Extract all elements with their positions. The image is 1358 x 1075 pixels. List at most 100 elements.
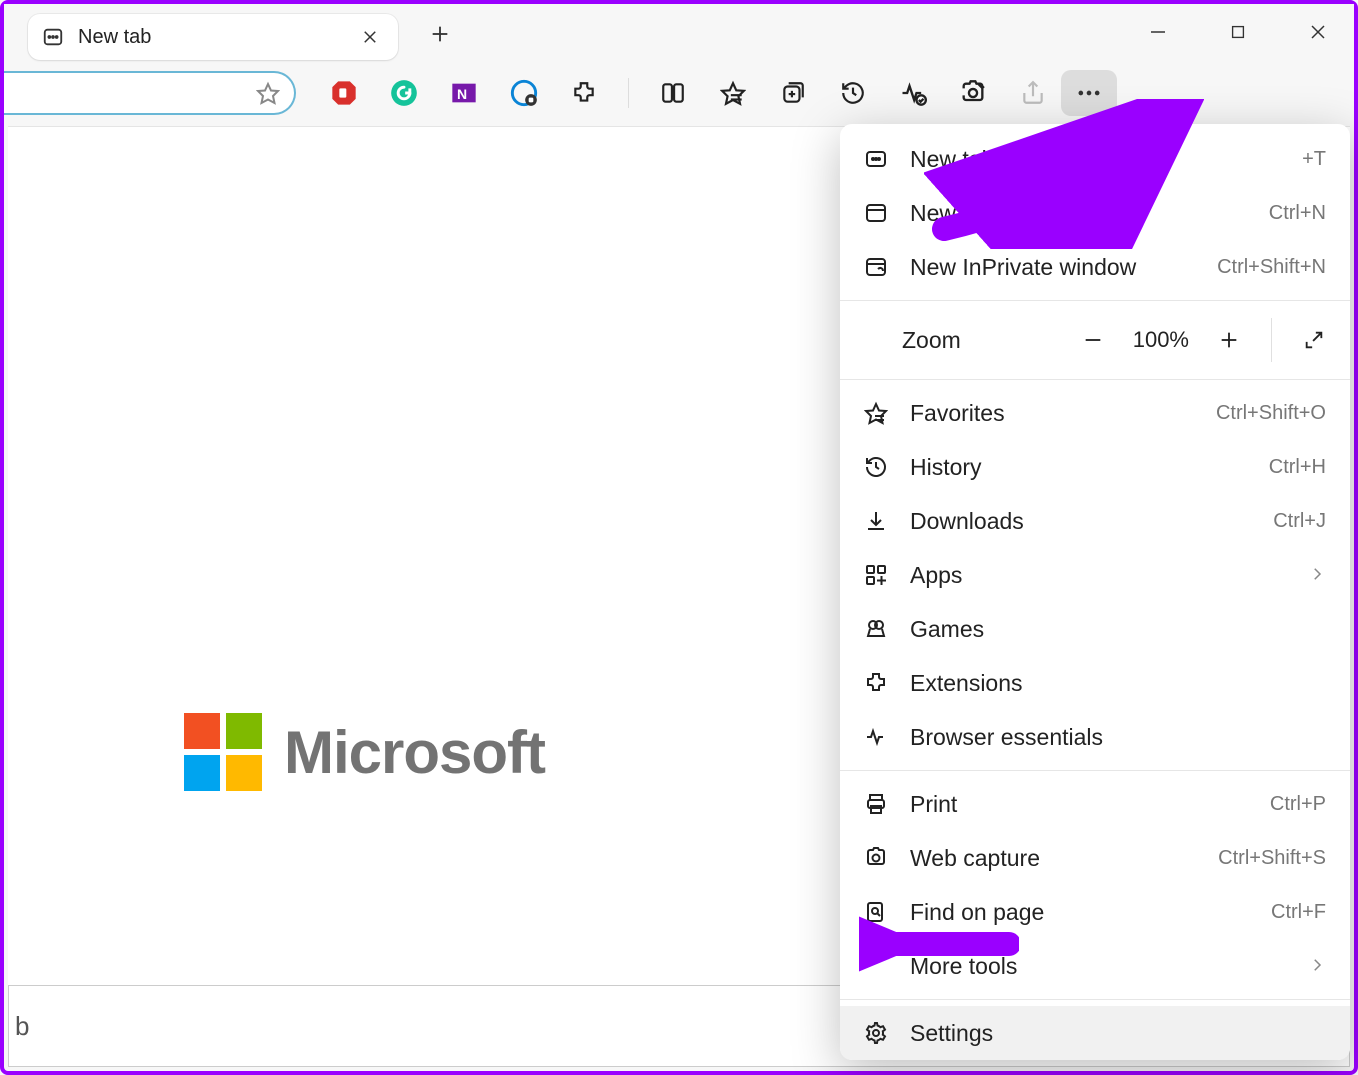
grammarly-icon[interactable]: [388, 77, 420, 109]
menu-zoom: Zoom 100%: [840, 307, 1350, 373]
menu-shortcut: Ctrl+F: [1271, 901, 1326, 924]
new-window-icon: [862, 199, 890, 227]
minimize-button[interactable]: [1132, 10, 1184, 54]
microsoft-logo: Microsoft: [184, 713, 545, 791]
menu-more-tools[interactable]: More tools: [840, 939, 1350, 993]
menu-label: New tab: [910, 146, 1282, 173]
toolbar-separator: [628, 78, 629, 108]
onenote-icon[interactable]: N: [448, 77, 480, 109]
web-capture-icon[interactable]: [957, 77, 989, 109]
menu-print[interactable]: Print Ctrl+P: [840, 777, 1350, 831]
chevron-right-icon: [1308, 562, 1326, 589]
menu-extensions[interactable]: Extensions: [840, 656, 1350, 710]
new-tab-icon: [862, 145, 890, 173]
menu-label: History: [910, 454, 1249, 481]
favorites-icon[interactable]: [717, 77, 749, 109]
menu-shortcut: Ctrl+N: [1269, 202, 1326, 225]
close-window-button[interactable]: [1292, 10, 1344, 54]
menu-label: Print: [910, 791, 1250, 818]
address-bar[interactable]: [4, 71, 296, 115]
menu-label: More tools: [910, 953, 1288, 980]
menu-settings[interactable]: Settings: [840, 1006, 1350, 1060]
logo-square-blue: [184, 755, 220, 791]
spacer-icon: [862, 952, 890, 980]
tab-favicon-icon: [42, 26, 64, 48]
new-tab-button[interactable]: [420, 14, 460, 54]
menu-apps[interactable]: Apps: [840, 548, 1350, 602]
menu-shortcut: +T: [1302, 148, 1326, 171]
adblock-icon[interactable]: [328, 77, 360, 109]
menu-favorites[interactable]: Favorites Ctrl+Shift+O: [840, 386, 1350, 440]
inprivate-icon: [862, 253, 890, 281]
collections-icon[interactable]: [777, 77, 809, 109]
menu-find[interactable]: Find on page Ctrl+F: [840, 885, 1350, 939]
menu-new-inprivate[interactable]: New InPrivate window Ctrl+Shift+N: [840, 240, 1350, 294]
zoom-value: 100%: [1133, 327, 1189, 353]
menu-new-window[interactable]: New window Ctrl+N: [840, 186, 1350, 240]
menu-shortcut: Ctrl+Shift+S: [1218, 847, 1326, 870]
tab-title: New tab: [78, 26, 342, 49]
search-box-text: b: [15, 1011, 29, 1042]
menu-new-tab[interactable]: New tab +T: [840, 132, 1350, 186]
settings-and-more-button[interactable]: [1061, 70, 1117, 116]
menu-shortcut: Ctrl+H: [1269, 456, 1326, 479]
menu-essentials[interactable]: Browser essentials: [840, 710, 1350, 764]
zoom-separator: [1271, 318, 1272, 362]
menu-shortcut: Ctrl+J: [1273, 510, 1326, 533]
share-icon[interactable]: [1017, 77, 1049, 109]
zoom-label: Zoom: [902, 327, 1059, 354]
print-icon: [862, 790, 890, 818]
download-icon: [862, 507, 890, 535]
menu-label: Favorites: [910, 400, 1196, 427]
zoom-in-button[interactable]: [1207, 318, 1251, 362]
microsoft-squares-icon: [184, 713, 262, 791]
menu-label: Games: [910, 616, 1326, 643]
maximize-button[interactable]: [1212, 10, 1264, 54]
favorite-star-icon[interactable]: [256, 81, 280, 105]
chevron-right-icon: [1308, 953, 1326, 980]
zoom-out-button[interactable]: [1071, 318, 1115, 362]
menu-label: New window: [910, 200, 1249, 227]
apps-icon: [862, 561, 890, 589]
settings-icon: [862, 1019, 890, 1047]
download-manager-icon[interactable]: [508, 77, 540, 109]
logo-square-green: [226, 713, 262, 749]
browser-essentials-icon[interactable]: [897, 77, 929, 109]
menu-shortcut: Ctrl+Shift+N: [1217, 256, 1326, 279]
toolbar-icons: N: [328, 77, 1049, 109]
menu-label: Browser essentials: [910, 724, 1326, 751]
tab-close-button[interactable]: [356, 23, 384, 51]
find-icon: [862, 898, 890, 926]
svg-text:N: N: [457, 86, 467, 102]
menu-label: Settings: [910, 1020, 1326, 1047]
menu-label: Web capture: [910, 845, 1198, 872]
menu-divider: [840, 300, 1350, 301]
window-controls: [1132, 10, 1344, 54]
menu-downloads[interactable]: Downloads Ctrl+J: [840, 494, 1350, 548]
menu-games[interactable]: Games: [840, 602, 1350, 656]
browser-tab[interactable]: New tab: [28, 14, 398, 60]
microsoft-wordmark: Microsoft: [284, 718, 545, 787]
split-screen-icon[interactable]: [657, 77, 689, 109]
menu-divider: [840, 379, 1350, 380]
menu-shortcut: Ctrl+P: [1270, 793, 1326, 816]
menu-label: Extensions: [910, 670, 1326, 697]
capture-icon: [862, 844, 890, 872]
history-icon[interactable]: [837, 77, 869, 109]
fullscreen-button[interactable]: [1292, 318, 1336, 362]
menu-history[interactable]: History Ctrl+H: [840, 440, 1350, 494]
essentials-icon: [862, 723, 890, 751]
logo-square-yellow: [226, 755, 262, 791]
history-icon: [862, 453, 890, 481]
menu-label: Downloads: [910, 508, 1253, 535]
settings-and-more-menu: New tab +T New window Ctrl+N New InPriva…: [840, 124, 1350, 1060]
title-bar: New tab: [4, 4, 1354, 64]
games-icon: [862, 615, 890, 643]
extensions-icon[interactable]: [568, 77, 600, 109]
menu-label: Find on page: [910, 899, 1251, 926]
toolbar: N: [4, 64, 1354, 122]
menu-shortcut: Ctrl+Shift+O: [1216, 402, 1326, 425]
menu-webcapture[interactable]: Web capture Ctrl+Shift+S: [840, 831, 1350, 885]
extensions-icon: [862, 669, 890, 697]
logo-square-red: [184, 713, 220, 749]
